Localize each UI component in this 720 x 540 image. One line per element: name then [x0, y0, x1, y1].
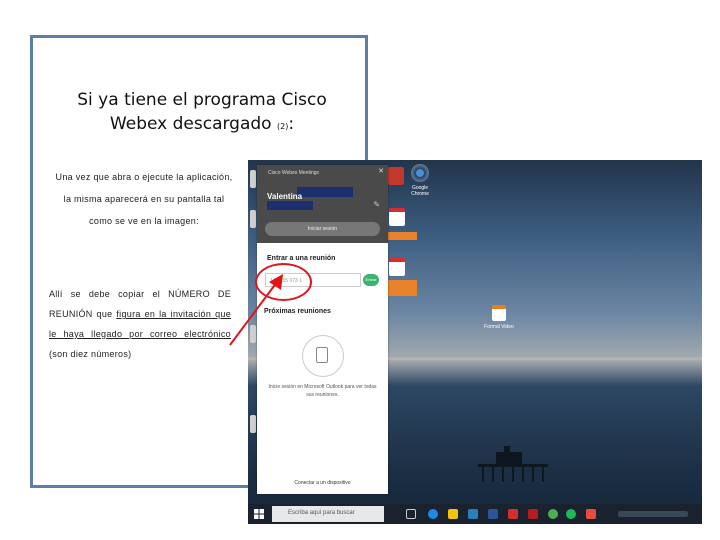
highlighted-file-bar: [385, 280, 417, 296]
paint-icon[interactable]: [586, 509, 596, 519]
edit-pencil-icon[interactable]: ✎: [373, 200, 380, 209]
taskbar-search-placeholder: Escriba aquí para buscar: [288, 510, 355, 516]
explorer-icon[interactable]: [448, 509, 458, 519]
para2-text-b: (son diez números): [49, 349, 132, 359]
app-icon[interactable]: [468, 509, 478, 519]
title-line-2-text: Webex descargado: [109, 114, 272, 134]
title-note: (2): [276, 122, 289, 131]
webex-app-title: Cisco Webex Meetings: [268, 170, 320, 176]
chrome-taskbar-icon[interactable]: [548, 509, 558, 519]
webex-taskbar-icon[interactable]: [428, 509, 438, 519]
desktop-shortcut-icon[interactable]: [250, 210, 256, 228]
video-file-icon[interactable]: [492, 305, 506, 321]
redacted-box: [297, 187, 353, 197]
video-file-label: Formal Video: [484, 324, 514, 330]
desktop-shortcut-icon[interactable]: [250, 415, 256, 433]
red-arrow: [229, 274, 283, 346]
pier-image: [478, 446, 548, 482]
title-line-2: Webex descargado (2):: [33, 112, 371, 139]
pdf-editor-icon[interactable]: [528, 509, 538, 519]
spotify-icon[interactable]: [566, 509, 576, 519]
word-icon[interactable]: [488, 509, 498, 519]
slide-title: Si ya tiene el programa Cisco Webex desc…: [33, 88, 371, 139]
title-colon: :: [288, 114, 295, 134]
task-view-icon[interactable]: [406, 509, 416, 519]
connect-device-link[interactable]: Conectar a un dispositivo: [265, 480, 380, 486]
redacted-box: [267, 201, 313, 210]
pdf-file-icon[interactable]: [389, 258, 405, 276]
pdf-file-icon[interactable]: [388, 167, 404, 185]
calendar-icon: [316, 347, 328, 363]
join-meeting-title: Entrar a una reunión: [267, 255, 336, 262]
taskbar-search-box[interactable]: Escriba aquí para buscar: [272, 506, 384, 522]
highlighted-file-bar: [385, 232, 417, 240]
instruction-paragraph-1: Una vez que abra o ejecute la aplicación…: [55, 172, 233, 226]
user-name: Valentina: [267, 192, 303, 201]
instruction-paragraph-2: Allí se debe copiar el NÚMERO DE REUNIÓN…: [49, 284, 231, 364]
close-icon[interactable]: ✕: [378, 167, 384, 175]
signin-button[interactable]: Iniciar sesión: [265, 222, 380, 236]
windows-taskbar: Escriba aquí para buscar: [248, 504, 702, 524]
title-line-1: Si ya tiene el programa Cisco: [77, 90, 327, 110]
windows-start-icon[interactable]: [254, 509, 264, 519]
outlook-signin-text: Inicie sesión en Microsoft Outlook para …: [268, 384, 377, 398]
chrome-icon[interactable]: [411, 164, 429, 182]
chrome-icon-label: Google Chrome: [411, 185, 429, 197]
webex-header: Cisco Webex Meetings ✕ Valentina ✎ Inici…: [257, 165, 388, 243]
join-button[interactable]: Entrar: [363, 274, 379, 286]
desktop-shortcut-icon[interactable]: [250, 170, 256, 188]
tray-icons[interactable]: [618, 511, 688, 517]
pdf-reader-icon[interactable]: [508, 509, 518, 519]
pdf-file-icon[interactable]: [389, 208, 405, 226]
